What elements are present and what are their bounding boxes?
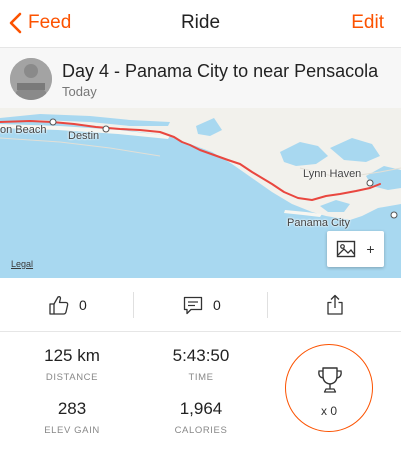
- calories-value: 1,964: [179, 399, 223, 418]
- photo-icon: [337, 240, 356, 258]
- add-photo-button[interactable]: +: [327, 231, 384, 267]
- share-button[interactable]: [324, 290, 346, 320]
- comment-button[interactable]: 0: [182, 290, 221, 320]
- kudos-button[interactable]: 0: [48, 290, 87, 320]
- action-divider: [267, 292, 268, 318]
- back-button[interactable]: Feed: [8, 10, 71, 36]
- trophy-icon: [318, 367, 342, 393]
- map-label-destin: Destin: [68, 130, 100, 142]
- activity-header: Day 4 - Panama City to near Pensacola To…: [0, 47, 401, 108]
- back-label: Feed: [28, 12, 72, 33]
- activity-date: Today: [62, 84, 97, 99]
- kudos-count: 0: [79, 297, 87, 313]
- elev-gain-label: ELEV GAIN: [44, 425, 100, 436]
- edit-button[interactable]: Edit: [351, 12, 384, 34]
- achievements-button[interactable]: x 0: [285, 344, 373, 432]
- share-icon: [327, 294, 343, 315]
- nav-bar: Feed Ride Edit: [0, 0, 401, 47]
- map-label-panama-city: Panama City: [287, 217, 350, 229]
- chevron-left-icon: [9, 12, 22, 34]
- thumbs-up-icon: [49, 296, 69, 315]
- activity-title: Day 4 - Panama City to near Pensacola: [62, 61, 379, 81]
- map-legal-link[interactable]: Legal: [11, 259, 33, 269]
- time-label: TIME: [188, 372, 214, 383]
- stat-calories: 1,964 CALORIES: [146, 399, 256, 436]
- stat-elev-gain: 283 ELEV GAIN: [17, 399, 127, 436]
- action-bar: 0 0: [0, 278, 401, 332]
- comment-count: 0: [213, 297, 221, 313]
- comment-icon: [183, 296, 203, 315]
- map-label-beach: on Beach: [0, 124, 47, 136]
- distance-value: 125 km: [44, 346, 100, 365]
- map-label-lynn-haven: Lynn Haven: [303, 168, 362, 180]
- time-value: 5:43:50: [172, 346, 230, 365]
- distance-label: DISTANCE: [45, 372, 99, 383]
- action-divider: [133, 292, 134, 318]
- elev-gain-value: 283: [57, 399, 87, 418]
- stat-time: 5:43:50 TIME: [146, 346, 256, 383]
- stat-distance: 125 km DISTANCE: [17, 346, 127, 383]
- route-map[interactable]: on Beach Destin Lynn Haven Panama City L…: [0, 108, 401, 278]
- achievements-count: x 0: [320, 404, 337, 418]
- add-photo-plus: +: [366, 241, 375, 257]
- avatar-image: [10, 58, 52, 100]
- calories-label: CALORIES: [174, 425, 228, 436]
- avatar[interactable]: [10, 58, 52, 100]
